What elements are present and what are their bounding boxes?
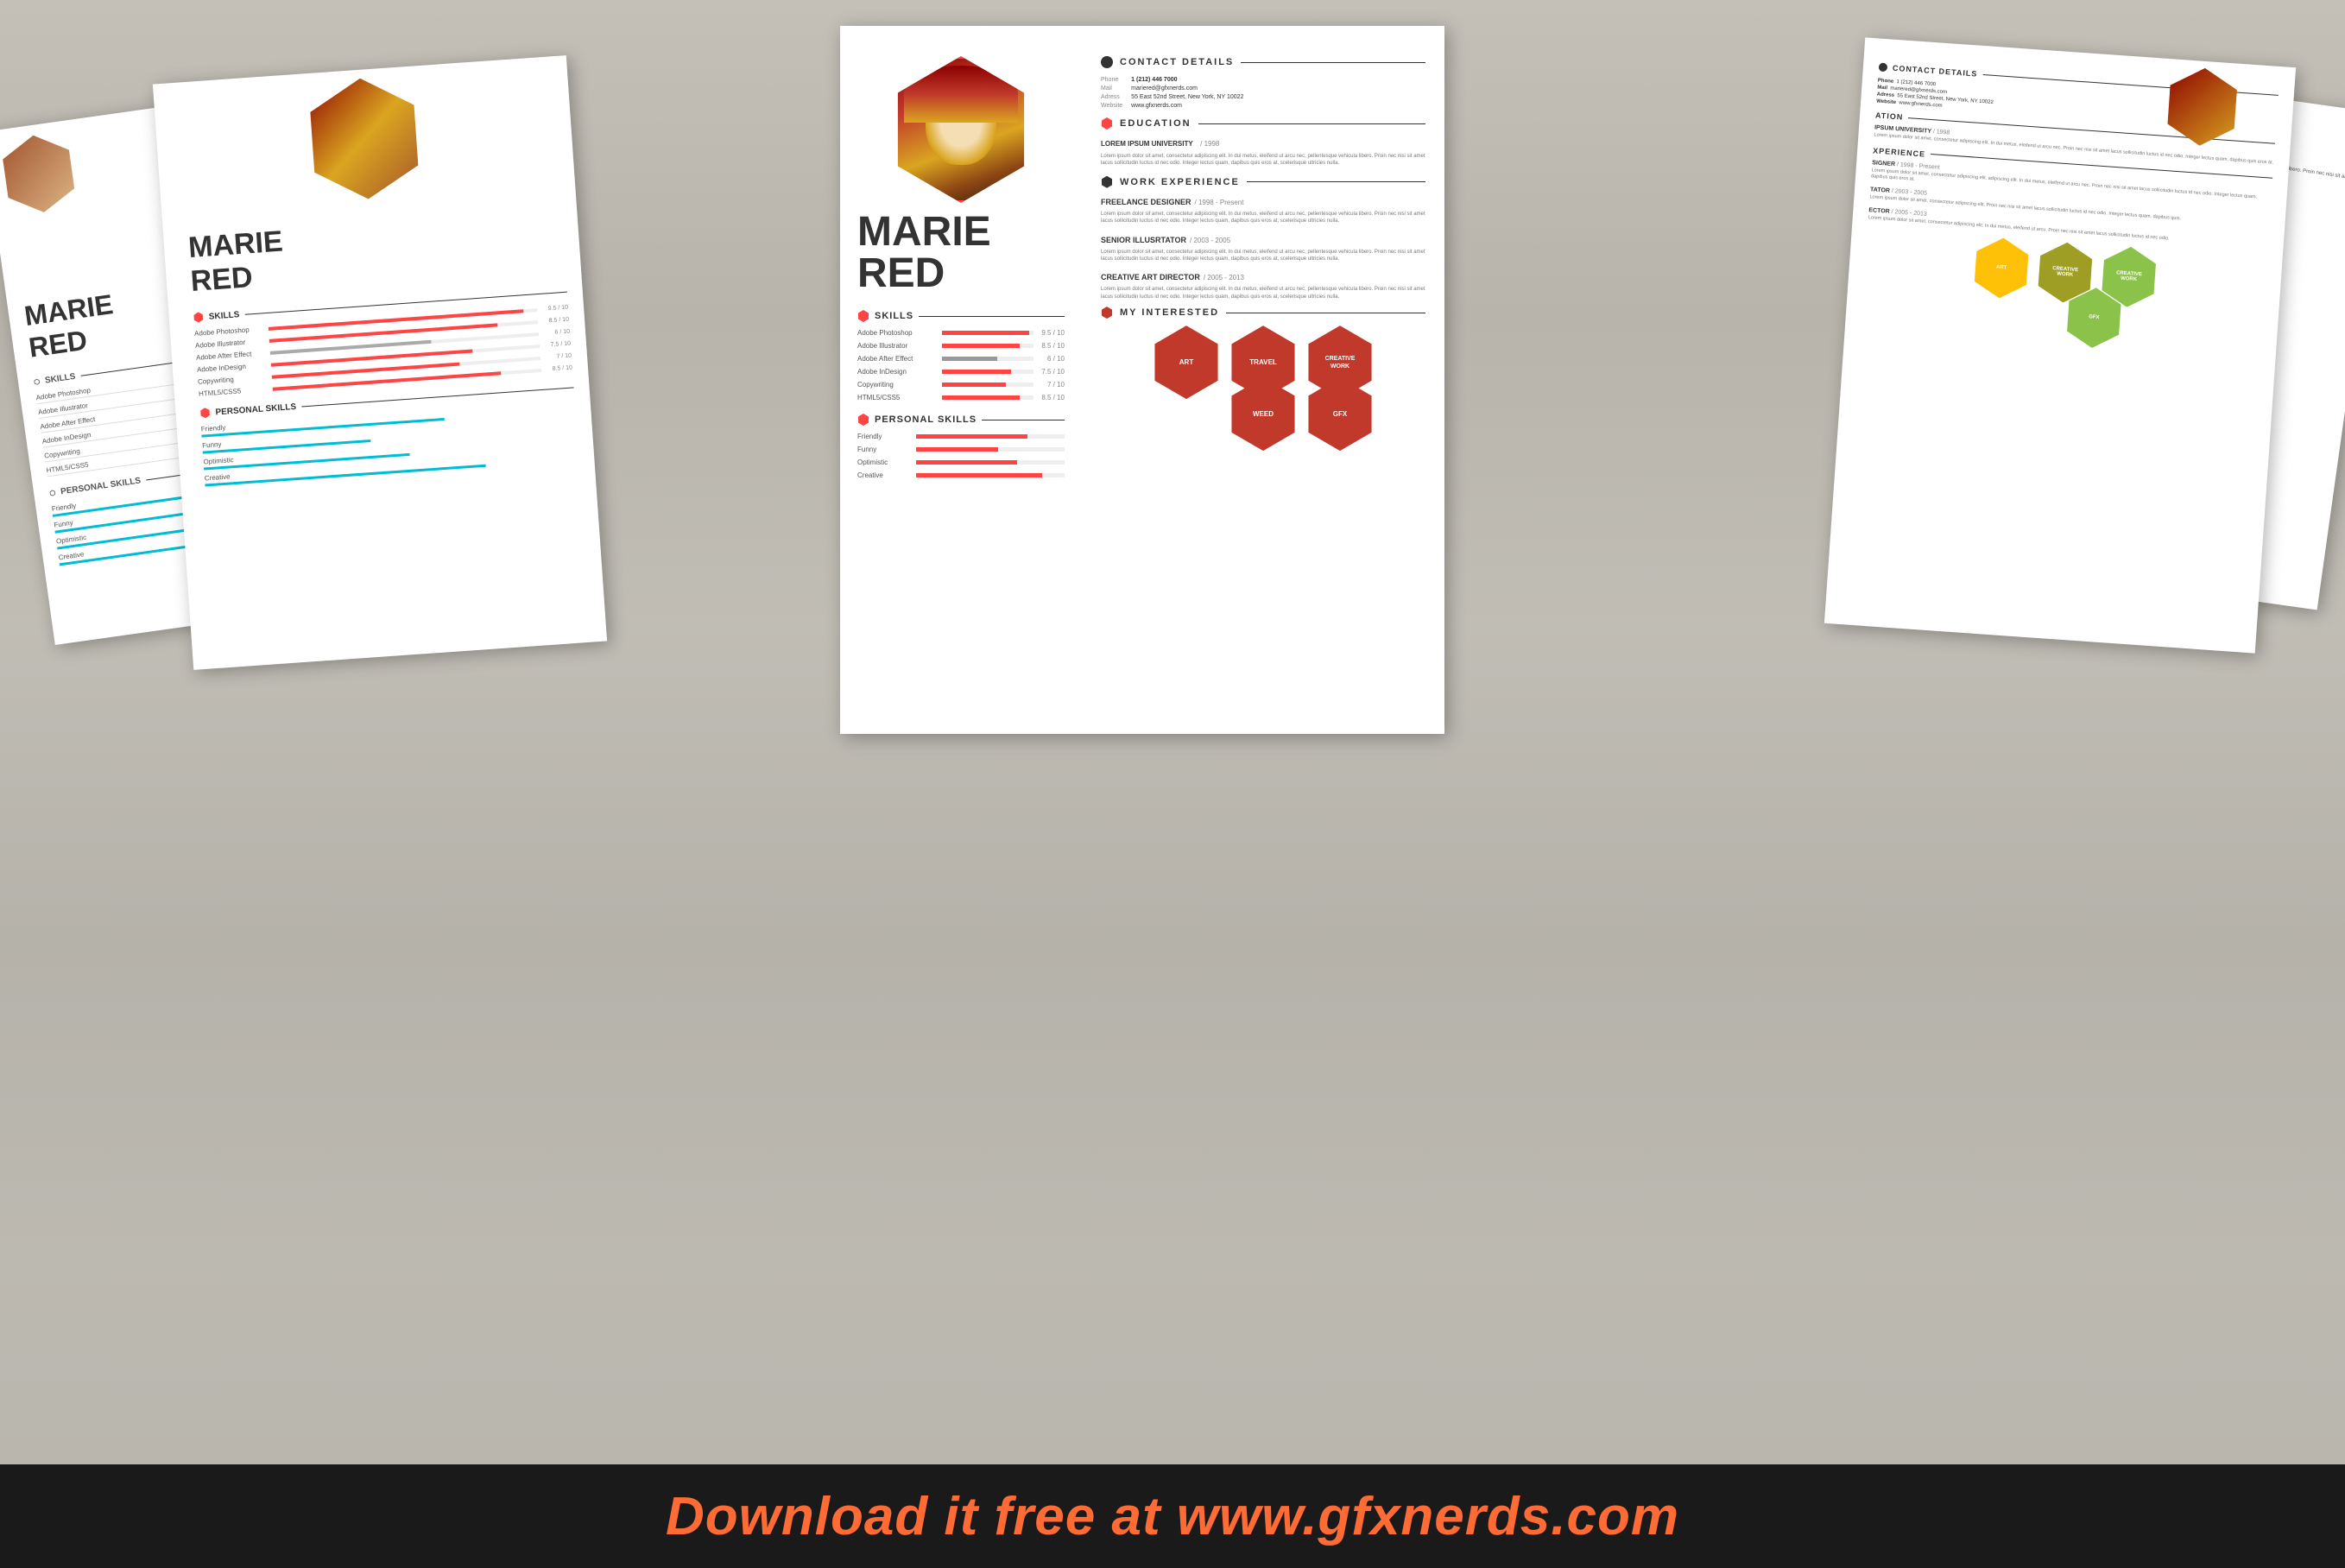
interests-header: MY INTERESTED — [1101, 307, 1425, 319]
personal-skills-section-mid-left: PERSONAL SKILLS Friendly Funny Optimisti… — [199, 382, 578, 486]
interests-section-right: ART CREATIVEWORK CREATIVEWORK GFX — [1861, 229, 2267, 360]
personal-skill-center-optimistic: Optimistic — [857, 458, 1065, 466]
personal-skill-center-creative: Creative — [857, 471, 1065, 479]
center-name-line2: RED — [857, 253, 1065, 294]
resume-card-mid-left: MARIE RED SKILLS Adobe Photoshop 9.5 / 1… — [153, 55, 607, 670]
resume-card-center: MARIE RED SKILLS Adobe Photoshop 9.5 / 1… — [840, 26, 1444, 734]
personal-skill-center-friendly: Friendly — [857, 433, 1065, 440]
center-name-line1: MARIE — [857, 212, 1065, 253]
interest-art: ART — [1150, 326, 1223, 399]
work-header: WORK EXPERIENCE — [1101, 176, 1425, 188]
skill-center-illustrator: Adobe Illustrator 8.5 / 10 — [857, 342, 1065, 350]
center-name-area: MARIE RED — [857, 212, 1065, 294]
interest-gfx: GFX — [1304, 377, 1377, 451]
job-freelance-designer: FREELANCE DESIGNER/ 1998 - Present Lorem… — [1101, 193, 1425, 225]
contact-rows: Phone 1 (212) 446 7000 Mail mariered@gfx… — [1101, 77, 1425, 109]
skill-center-html: HTML5/CSS5 8.5 / 10 — [857, 394, 1065, 401]
skill-center-indesign: Adobe InDesign 7.5 / 10 — [857, 368, 1065, 376]
bottom-banner: Download it free at www.gfxnerds.com — [0, 1464, 2345, 1568]
interest-weed: WEED — [1227, 377, 1300, 451]
interests-grid: ART TRAVEL CREATIVEWORK WEED GFX — [1101, 326, 1425, 451]
skills-section-mid-left: SKILLS Adobe Photoshop 9.5 / 10 Adobe Il… — [193, 287, 572, 398]
education-header: EDUCATION — [1101, 117, 1425, 130]
job-creative-art-director: CREATIVE ART DIRECTOR/ 2005 - 2013 Lorem… — [1101, 269, 1425, 300]
skill-center-copywriting: Copywriting 7 / 10 — [857, 381, 1065, 389]
center-skills-section: SKILLS Adobe Photoshop 9.5 / 10 Adobe Il… — [857, 310, 1065, 401]
photo-hex-far-left — [0, 130, 83, 218]
skill-center-photoshop: Adobe Photoshop 9.5 / 10 — [857, 329, 1065, 337]
center-left-column: MARIE RED SKILLS Adobe Photoshop 9.5 / 1… — [840, 26, 1082, 734]
contact-header: CONTACT DETAILS — [1101, 43, 1425, 68]
banner-text: Download it free at www.gfxnerds.com — [666, 1486, 1679, 1547]
name-area-mid-left: MARIE RED — [187, 205, 566, 299]
personal-skill-center-funny: Funny — [857, 446, 1065, 453]
resume-card-right: CONTACT DETAILS Phone 1 (212) 446 7000 M… — [1824, 37, 2296, 653]
photo-hex-mid-left — [300, 74, 428, 203]
job-senior-illustrator: SENIOR ILLUSRTATOR/ 2003 - 2005 Lorem ip… — [1101, 231, 1425, 263]
skill-center-aftereffect: Adobe After Effect 6 / 10 — [857, 355, 1065, 363]
center-personal-skills-section: PERSONAL SKILLS Friendly Funny Optimisti… — [857, 414, 1065, 479]
center-right-column: CONTACT DETAILS Phone 1 (212) 446 7000 M… — [1082, 26, 1444, 734]
center-photo-hex — [888, 56, 1034, 203]
education-content: LOREM IPSUM UNIVERSITY / 1998 Lorem ipsu… — [1101, 135, 1425, 168]
